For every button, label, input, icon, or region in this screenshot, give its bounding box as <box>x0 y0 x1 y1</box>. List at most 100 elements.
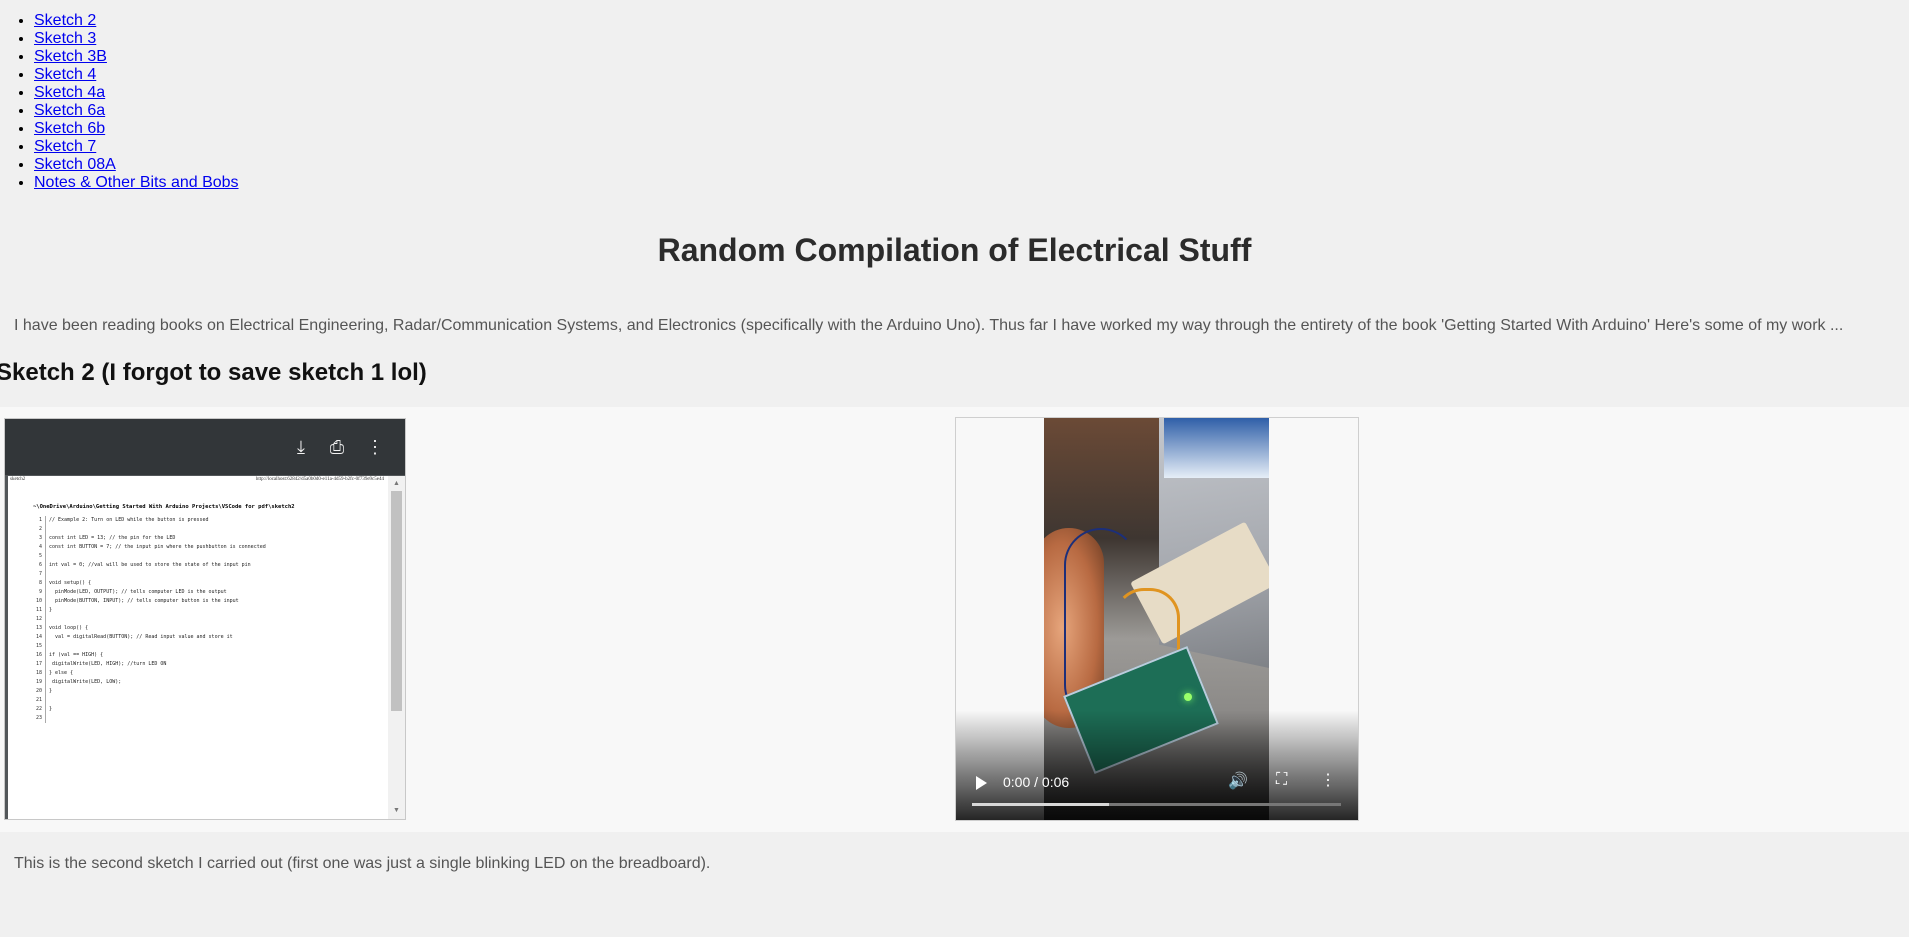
line-number: 14 <box>32 633 46 642</box>
code-line: 16 if (val == HIGH) { <box>32 651 266 660</box>
nav-item: Sketch 6b <box>34 120 239 138</box>
line-number: 7 <box>32 570 46 579</box>
code-line: 3 const int LED = 13; // the pin for the … <box>32 534 266 543</box>
line-number: 8 <box>32 579 46 588</box>
code-line: 7 <box>32 570 266 579</box>
nav-link[interactable]: Sketch 6a <box>34 102 105 119</box>
scroll-down-icon[interactable]: ▼ <box>388 805 405 817</box>
nav-link[interactable]: Sketch 7 <box>34 138 96 155</box>
nav-link[interactable]: Sketch 6b <box>34 120 105 137</box>
video-progress-fill <box>972 803 1109 806</box>
sketch-caption: This is the second sketch I carried out … <box>14 855 711 872</box>
video-progress-bar[interactable] <box>972 803 1341 806</box>
line-number: 17 <box>32 660 46 669</box>
code-line: 10 pinMode(BUTTON, INPUT); // tells comp… <box>32 597 266 606</box>
nav-item: Sketch 3B <box>34 48 239 66</box>
pdf-header-url: http://localhost:62842/d5a0b0d0-e11a-4d5… <box>255 477 384 482</box>
nav-link[interactable]: Sketch 3 <box>34 30 96 47</box>
video-time: 0:00 / 0:06 <box>1003 774 1070 790</box>
line-number: 6 <box>32 561 46 570</box>
code-line: 19 digitalWrite(LED, LOW); <box>32 678 266 687</box>
nav-item: Sketch 4 <box>34 66 239 84</box>
code-line: 12 <box>32 615 266 624</box>
print-icon[interactable]: ⎙ <box>325 435 349 459</box>
nav-list: Sketch 2Sketch 3Sketch 3BSketch 4Sketch … <box>14 12 239 192</box>
line-number: 19 <box>32 678 46 687</box>
code-line: 21 <box>32 696 266 705</box>
code-line: 17 digitalWrite(LED, HIGH); //turn LED O… <box>32 660 266 669</box>
line-number: 13 <box>32 624 46 633</box>
line-number: 23 <box>32 714 46 723</box>
volume-icon[interactable]: 🔊 <box>1228 771 1248 791</box>
nav-link[interactable]: Notes & Other Bits and Bobs <box>34 174 239 191</box>
code-text: } else { <box>49 670 74 676</box>
nav-item: Sketch 4a <box>34 84 239 102</box>
nav-item: Sketch 2 <box>34 12 239 30</box>
code-text: pinMode(BUTTON, INPUT); // tells compute… <box>49 598 239 604</box>
more-vert-icon[interactable]: ⋮ <box>1320 770 1336 790</box>
line-number: 9 <box>32 588 46 597</box>
pdf-scrollbar[interactable]: ▲ ▼ <box>388 476 405 819</box>
nav-link[interactable]: Sketch 08A <box>34 156 116 173</box>
code-text: } <box>49 706 53 712</box>
nav-item: Sketch 6a <box>34 102 239 120</box>
code-text: } <box>49 607 53 613</box>
video-controls: 0:00 / 0:06 🔊 ⛶ ⋮ <box>956 760 1358 820</box>
nav-item: Sketch 3 <box>34 30 239 48</box>
pdf-viewer[interactable]: ⤓ ⎙ ⋮ sketch2 http://localhost:62842/d5a… <box>4 418 406 820</box>
code-line: 5 <box>32 552 266 561</box>
pdf-toolbar: ⤓ ⎙ ⋮ <box>5 419 405 475</box>
line-number: 3 <box>32 534 46 543</box>
line-number: 22 <box>32 705 46 714</box>
code-text: const int BUTTON = 7; // the input pin w… <box>49 544 266 550</box>
nav-link[interactable]: Sketch 4a <box>34 84 105 101</box>
line-number: 20 <box>32 687 46 696</box>
nav-item: Sketch 7 <box>34 138 239 156</box>
code-line: 13 void loop() { <box>32 624 266 633</box>
scroll-thumb[interactable] <box>391 491 402 711</box>
line-number: 21 <box>32 696 46 705</box>
line-number: 16 <box>32 651 46 660</box>
code-line: 9 pinMode(LED, OUTPUT); // tells compute… <box>32 588 266 597</box>
line-number: 11 <box>32 606 46 615</box>
page-title: Random Compilation of Electrical Stuff <box>657 232 1252 268</box>
code-line: 4 const int BUTTON = 7; // the input pin … <box>32 543 266 552</box>
nav-item: Sketch 08A <box>34 156 239 174</box>
code-text: pinMode(LED, OUTPUT); // tells computer … <box>49 589 227 595</box>
code-line: 18} else { <box>32 669 266 678</box>
pdf-header-title: sketch2 <box>10 477 26 482</box>
line-number: 2 <box>32 525 46 534</box>
nav-item: Notes & Other Bits and Bobs <box>34 174 239 192</box>
download-icon[interactable]: ⤓ <box>289 435 313 459</box>
pdf-file-path: ~\OneDrive\Arduino\Getting Started With … <box>33 504 295 510</box>
play-icon[interactable] <box>976 776 987 790</box>
nav-link[interactable]: Sketch 2 <box>34 12 96 29</box>
code-text: } <box>49 688 53 694</box>
code-line: 2 <box>32 525 266 534</box>
nav-link[interactable]: Sketch 3B <box>34 48 107 65</box>
code-line: 14 val = digitalRead(BUTTON); // Read in… <box>32 633 266 642</box>
line-number: 4 <box>32 543 46 552</box>
pdf-page: sketch2 http://localhost:62842/d5a0b0d0-… <box>8 476 388 819</box>
sketch-heading: Sketch 2 (I forgot to save sketch 1 lol) <box>0 359 427 386</box>
code-line: 6 int val = 0; //val will be used to stor… <box>32 561 266 570</box>
video-player[interactable]: 0:00 / 0:06 🔊 ⛶ ⋮ <box>955 417 1359 821</box>
code-listing: 1// Example 2: Turn on LED while the but… <box>32 516 266 723</box>
code-text: if (val == HIGH) { <box>49 652 104 658</box>
line-number: 5 <box>32 552 46 561</box>
code-line: 11} <box>32 606 266 615</box>
code-text: const int LED = 13; // the pin for the L… <box>49 535 176 541</box>
code-line: 23 <box>32 714 266 723</box>
fullscreen-icon[interactable]: ⛶ <box>1276 771 1287 789</box>
scroll-up-icon[interactable]: ▲ <box>388 478 405 490</box>
code-line: 22} <box>32 705 266 714</box>
nav-link[interactable]: Sketch 4 <box>34 66 96 83</box>
line-number: 1 <box>32 516 46 525</box>
line-number: 12 <box>32 615 46 624</box>
code-text: // Example 2: Turn on LED while the butt… <box>49 517 209 523</box>
intro-paragraph: I have been reading books on Electrical … <box>14 317 1844 334</box>
code-text: int val = 0; //val will be used to store… <box>49 562 251 568</box>
more-vert-icon[interactable]: ⋮ <box>363 435 387 459</box>
code-line: 15 <box>32 642 266 651</box>
code-line: 1// Example 2: Turn on LED while the but… <box>32 516 266 525</box>
